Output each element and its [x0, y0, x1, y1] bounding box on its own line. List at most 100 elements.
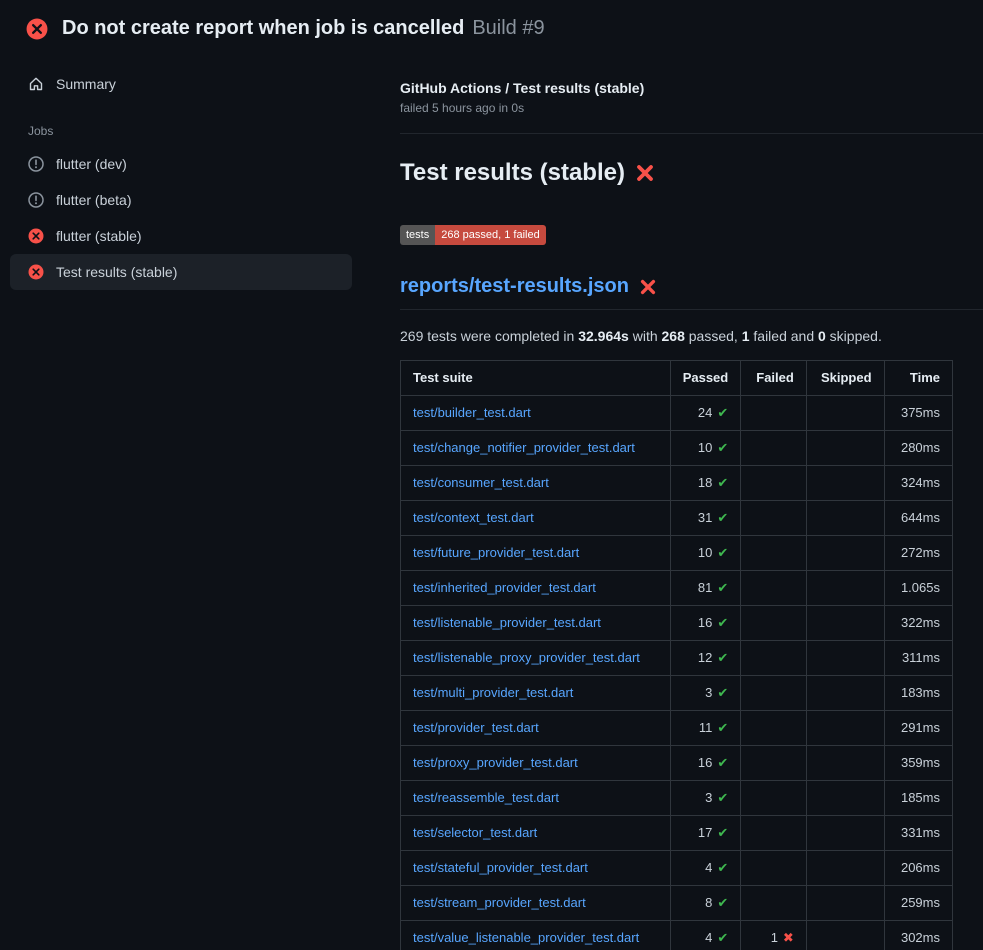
skipped-cell: [806, 396, 884, 431]
table-row: test/context_test.dart31✔644ms: [401, 501, 953, 536]
passed-cell: 10✔: [670, 431, 741, 466]
suite-cell: test/reassemble_test.dart: [401, 781, 671, 816]
check-icon: ✔: [717, 860, 728, 875]
passed-cell: 4✔: [670, 921, 741, 950]
check-icon: ✔: [717, 615, 728, 630]
header-test-suite: Test suite: [401, 361, 671, 396]
count-value: 18: [698, 475, 712, 490]
test-suite-link[interactable]: test/multi_provider_test.dart: [413, 685, 573, 700]
sidebar-item-job[interactable]: Test results (stable): [10, 254, 352, 290]
neutral-circle-icon: [28, 192, 44, 208]
header-passed: Passed: [670, 361, 741, 396]
table-row: test/proxy_provider_test.dart16✔359ms: [401, 746, 953, 781]
table-row: test/selector_test.dart 17✔ 331ms: [401, 816, 953, 851]
check-icon: ✔: [717, 405, 728, 420]
test-suite-link[interactable]: test/stream_provider_test.dart: [413, 895, 586, 910]
passed-cell: 12✔: [670, 641, 741, 676]
failed-cell: [741, 606, 807, 641]
passed-cell: 10✔: [670, 536, 741, 571]
count-value: 17: [698, 825, 712, 840]
check-icon: ✔: [717, 930, 728, 945]
suite-cell: test/stateful_provider_test.dart: [401, 851, 671, 886]
failed-cell: [741, 886, 807, 921]
header-failed: Failed: [741, 361, 807, 396]
sidebar-item-summary[interactable]: Summary: [10, 66, 352, 102]
passed-cell: 4✔: [670, 851, 741, 886]
summary-line: 269 tests were completed in 32.964s with…: [400, 328, 983, 344]
summary-segment: passed,: [685, 328, 742, 344]
skipped-cell: [806, 886, 884, 921]
test-suite-link[interactable]: test/stateful_provider_test.dart: [413, 860, 588, 875]
summary-segment: failed and: [750, 328, 819, 344]
x-circle-icon: [28, 228, 44, 244]
tests-badge: tests268 passed, 1 failed: [400, 225, 546, 245]
build-number: Build #9: [472, 17, 544, 39]
breadcrumb: GitHub Actions / Test results (stable): [400, 80, 983, 96]
suite-cell: test/context_test.dart: [401, 501, 671, 536]
report-file-link[interactable]: reports/test-results.json: [400, 275, 629, 298]
run-title: Do not create report when job is cancell…: [62, 17, 464, 39]
suite-cell: test/multi_provider_test.dart: [401, 676, 671, 711]
time-cell: 1.065s: [884, 571, 952, 606]
test-suite-link[interactable]: test/inherited_provider_test.dart: [413, 580, 596, 595]
job-label: flutter (dev): [56, 156, 127, 172]
summary-segment: 0: [818, 328, 826, 344]
suite-cell: test/value_listenable_provider_test.dart: [401, 921, 671, 950]
suite-cell: test/change_notifier_provider_test.dart: [401, 431, 671, 466]
home-icon: [28, 76, 44, 92]
test-suite-link[interactable]: test/provider_test.dart: [413, 720, 539, 735]
table-header-row: Test suite Passed Failed Skipped Time: [401, 361, 953, 396]
failed-cell: [741, 536, 807, 571]
summary-segment: 1: [742, 328, 750, 344]
sidebar-item-job[interactable]: flutter (stable): [10, 218, 352, 254]
passed-cell: 8✔: [670, 886, 741, 921]
test-suite-link[interactable]: test/listenable_proxy_provider_test.dart: [413, 650, 640, 665]
time-cell: 291ms: [884, 711, 952, 746]
divider: [400, 133, 983, 134]
test-suite-link[interactable]: test/consumer_test.dart: [413, 475, 549, 490]
skipped-cell: [806, 781, 884, 816]
test-suite-link[interactable]: test/change_notifier_provider_test.dart: [413, 440, 635, 455]
test-suite-link[interactable]: test/builder_test.dart: [413, 405, 531, 420]
table-row: test/listenable_provider_test.dart16✔322…: [401, 606, 953, 641]
test-suite-link[interactable]: test/value_listenable_provider_test.dart: [413, 930, 639, 945]
table-row: test/reassemble_test.dart3✔185ms: [401, 781, 953, 816]
sidebar-item-job[interactable]: flutter (dev): [10, 146, 352, 182]
time-cell: 331ms: [884, 816, 952, 851]
x-circle-icon: [28, 264, 44, 280]
count-value: 8: [705, 895, 712, 910]
badge-value: 268 passed, 1 failed: [435, 225, 545, 245]
skipped-cell: [806, 816, 884, 851]
table-row: test/stream_provider_test.dart8✔259ms: [401, 886, 953, 921]
time-cell: 324ms: [884, 466, 952, 501]
test-suite-link[interactable]: test/context_test.dart: [413, 510, 534, 525]
skipped-cell: [806, 641, 884, 676]
passed-cell: 16✔: [670, 746, 741, 781]
test-suite-link[interactable]: test/selector_test.dart: [413, 825, 537, 840]
neutral-circle-icon: [28, 156, 44, 172]
test-suite-link[interactable]: test/future_provider_test.dart: [413, 545, 579, 560]
table-row: test/listenable_proxy_provider_test.dart…: [401, 641, 953, 676]
check-icon: ✔: [717, 755, 728, 770]
passed-cell: 81✔: [670, 571, 741, 606]
test-suite-link[interactable]: test/listenable_provider_test.dart: [413, 615, 601, 630]
skipped-cell: [806, 606, 884, 641]
failed-cell: [741, 641, 807, 676]
skipped-cell: [806, 921, 884, 950]
sidebar-item-job[interactable]: flutter (beta): [10, 182, 352, 218]
main-content: GitHub Actions / Test results (stable) f…: [400, 50, 983, 950]
passed-cell: 3✔: [670, 676, 741, 711]
check-icon: ✔: [717, 580, 728, 595]
suite-cell: test/inherited_provider_test.dart: [401, 571, 671, 606]
suite-cell: test/stream_provider_test.dart: [401, 886, 671, 921]
jobs-section-label: Jobs: [10, 102, 352, 146]
count-value: 4: [705, 860, 712, 875]
test-suite-link[interactable]: test/reassemble_test.dart: [413, 790, 559, 805]
passed-cell: 17✔: [670, 816, 741, 851]
count-value: 24: [698, 405, 712, 420]
failed-cell: 1✖: [741, 921, 807, 950]
failed-cell: [741, 571, 807, 606]
check-icon: ✔: [717, 895, 728, 910]
sidebar: Summary Jobs flutter (dev) flutter (beta)…: [0, 50, 400, 290]
test-suite-link[interactable]: test/proxy_provider_test.dart: [413, 755, 578, 770]
